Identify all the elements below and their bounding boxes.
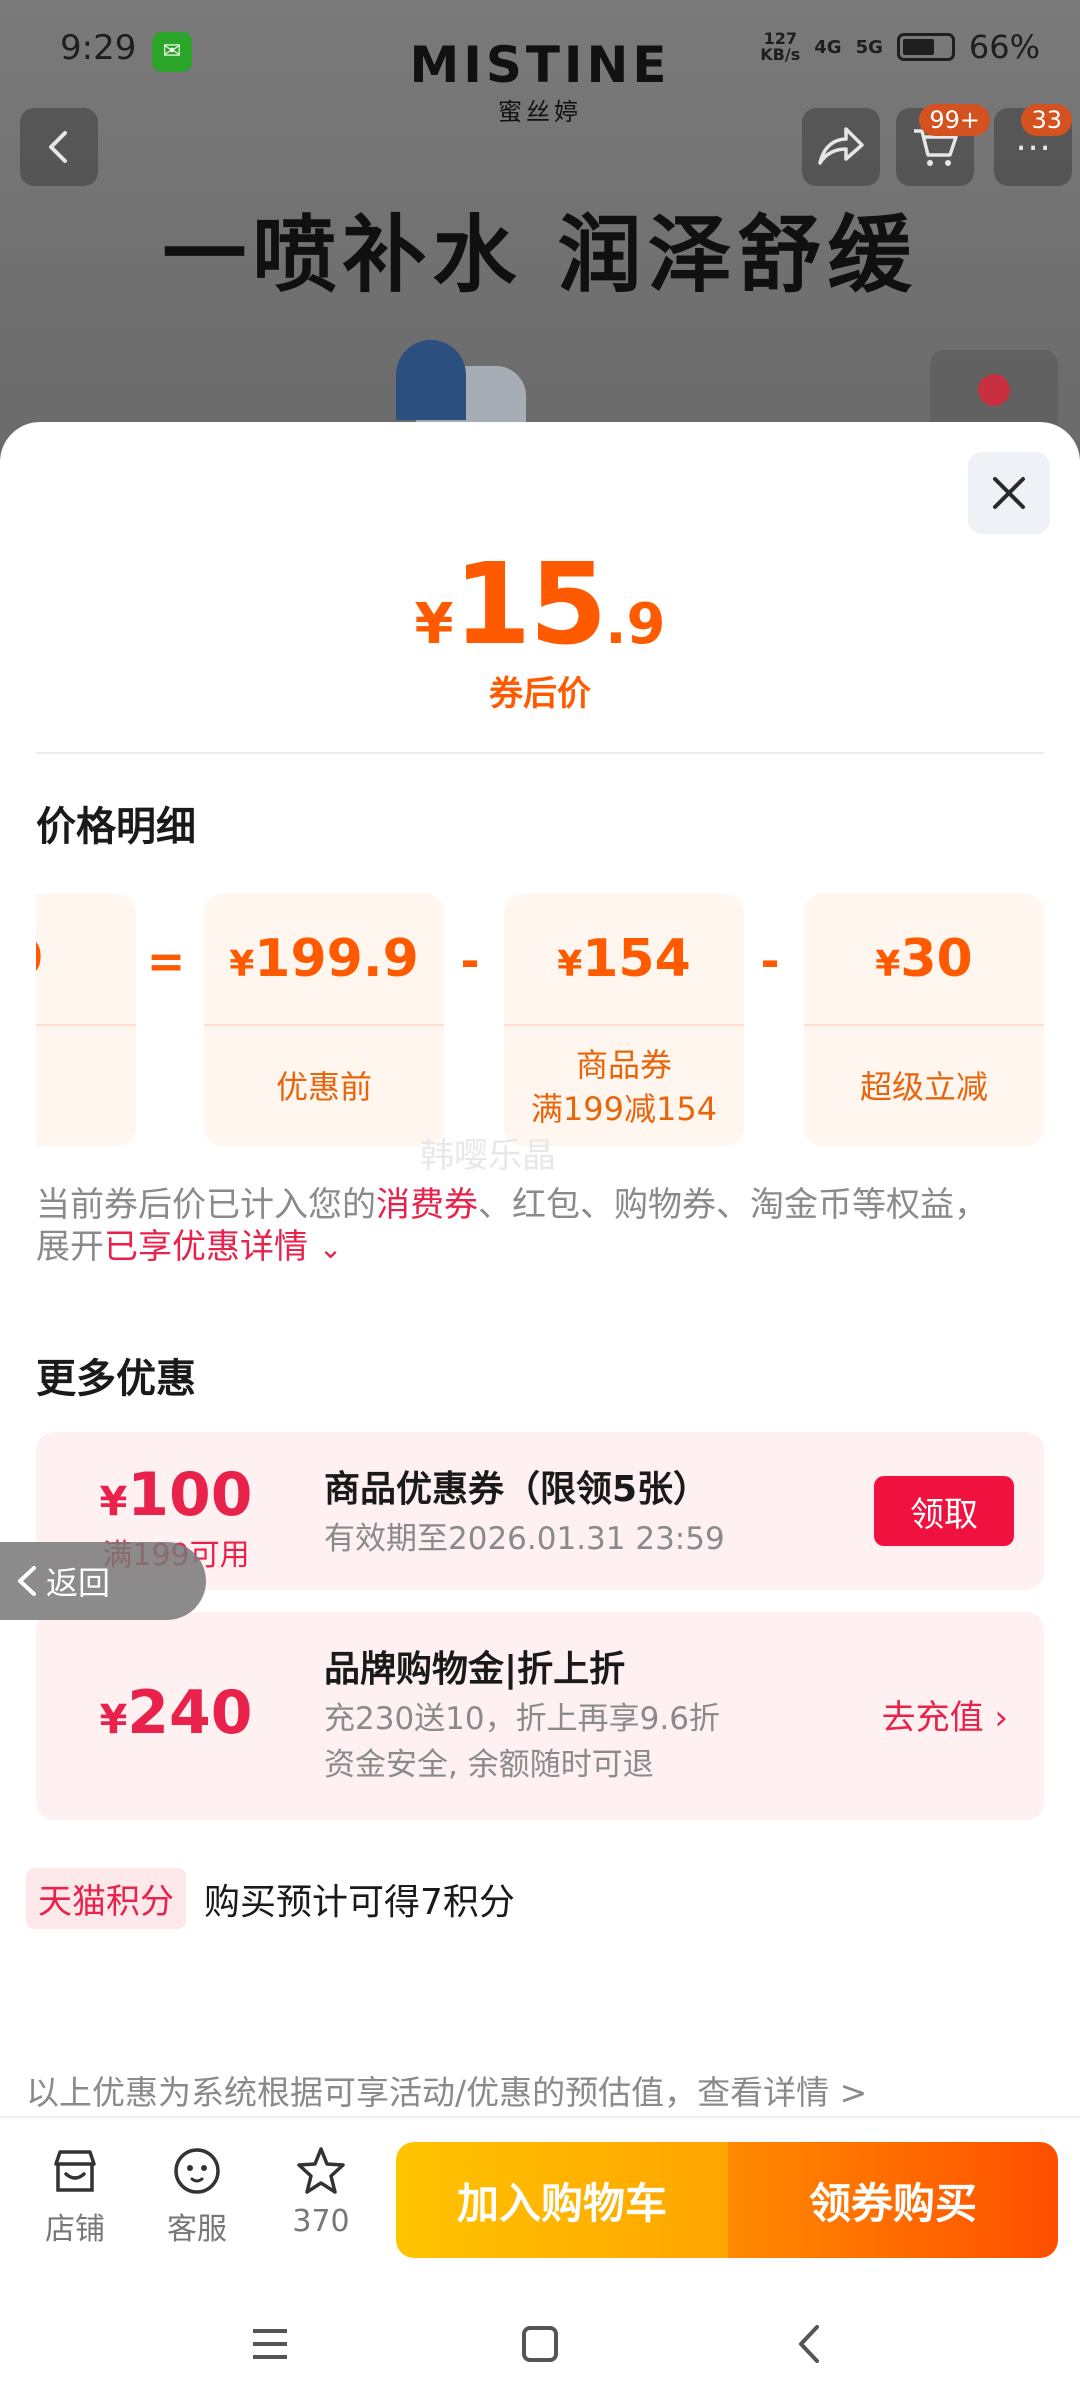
favorite-button[interactable]: 370 (266, 2144, 376, 2239)
points-tag: 天猫积分 (26, 1868, 186, 1929)
star-icon (297, 2147, 345, 2194)
product-cap (396, 340, 466, 420)
price-breakdown: .9 价 = ¥199.9 优惠前 - ¥154 商品券满199减154 - ¥… (36, 894, 1044, 1148)
store-button[interactable]: 店铺 (20, 2144, 130, 2248)
customer-service-button[interactable]: 客服 (142, 2144, 252, 2248)
system-navigation-bar (0, 2288, 1080, 2400)
benefit-note: 当前券后价已计入您的消费券、红包、购物券、淘金币等权益， 展开已享优惠详情 ⌄ (36, 1184, 1046, 1270)
divider (36, 752, 1044, 754)
points-text: 购买预计可得7积分 (204, 1881, 515, 1923)
store-icon (54, 2150, 96, 2192)
chevron-down-icon[interactable]: ⌄ (319, 1228, 342, 1270)
breakdown-card-instant-discount: ¥30 超级立减 (804, 894, 1044, 1146)
credit-amount: ¥240 (99, 1678, 253, 1748)
back-icon[interactable] (785, 2319, 835, 2369)
price-detail-sheet: ¥15.9 券后价 价格明细 .9 价 = ¥199.9 优惠前 - ¥154 … (0, 422, 1080, 2400)
credit-description: 充230送10，折上再享9.6折 资金安全, 余额随时可退 (324, 1701, 720, 1783)
disclaimer-link[interactable]: 以上优惠为系统根据可享活动/优惠的预估值，查看详情 > (26, 2066, 867, 2114)
claim-coupon-button[interactable]: 领取 (874, 1476, 1014, 1546)
close-button[interactable] (968, 452, 1050, 534)
recharge-link[interactable]: 去充值 › (882, 1690, 1008, 1739)
minus-sign: - (460, 934, 480, 988)
home-icon[interactable] (515, 2319, 565, 2369)
cart-button[interactable]: 99+ (896, 104, 990, 186)
final-price: ¥15.9 (414, 540, 666, 670)
watermark: 韩嘤乐晶 (420, 1136, 556, 1176)
product-slogan: 一喷补水 润泽舒缓 (162, 206, 918, 304)
cart-badge: 99+ (919, 104, 990, 136)
breakdown-card-final: .9 价 (36, 894, 136, 1146)
chevron-left-icon (49, 131, 67, 163)
chart-icon (978, 374, 1010, 406)
message-button[interactable]: ⋯ 33 (994, 104, 1072, 186)
breakdown-card-original: ¥199.9 优惠前 (204, 894, 444, 1146)
final-price-label: 券后价 (489, 674, 591, 714)
credit-title: 品牌购物金|折上折 (324, 1649, 626, 1690)
coupon-validity: 有效期至2026.01.31 23:59 (324, 1521, 725, 1557)
coupon-title: 商品优惠券（限领5张） (324, 1469, 710, 1510)
minus-sign: - (760, 934, 780, 988)
message-badge: 33 (1021, 104, 1072, 136)
chevron-left-icon (18, 1566, 36, 1596)
tmall-points: 天猫积分 购买预计可得7积分 (26, 1868, 515, 1929)
customer-service-icon (174, 2148, 220, 2194)
product-page-background: 9:29 ✉ 127 KB/s 4G 5G 66% MISTINE 蜜丝婷 99… (0, 0, 1080, 460)
breakdown-card-coupon: ¥154 商品券 满199减154 (504, 894, 744, 1146)
return-button[interactable]: 返回 (0, 1542, 206, 1620)
close-icon (993, 477, 1025, 509)
menu-icon[interactable] (245, 2319, 295, 2369)
consumer-coupon-link[interactable]: 消费券 (376, 1185, 478, 1225)
benefit-details-toggle[interactable]: 已享优惠详情 (104, 1227, 308, 1267)
more-offers-title: 更多优惠 (36, 1356, 196, 1402)
bottom-action-bar: 店铺 客服 370 加入购物车 领券购买 (0, 2116, 1080, 2288)
equals-sign: = (146, 934, 186, 988)
share-button[interactable] (802, 108, 880, 186)
coupon-amount: ¥100 (99, 1460, 253, 1530)
price-detail-title: 价格明细 (36, 804, 196, 850)
claim-and-buy-button[interactable]: 领券购买 (728, 2142, 1058, 2258)
share-icon (818, 127, 864, 165)
add-to-cart-button[interactable]: 加入购物车 (396, 2142, 728, 2258)
shopping-credit-card: ¥240 品牌购物金|折上折 充230送10，折上再享9.6折 资金安全, 余额… (36, 1612, 1044, 1820)
back-button[interactable] (20, 108, 98, 186)
